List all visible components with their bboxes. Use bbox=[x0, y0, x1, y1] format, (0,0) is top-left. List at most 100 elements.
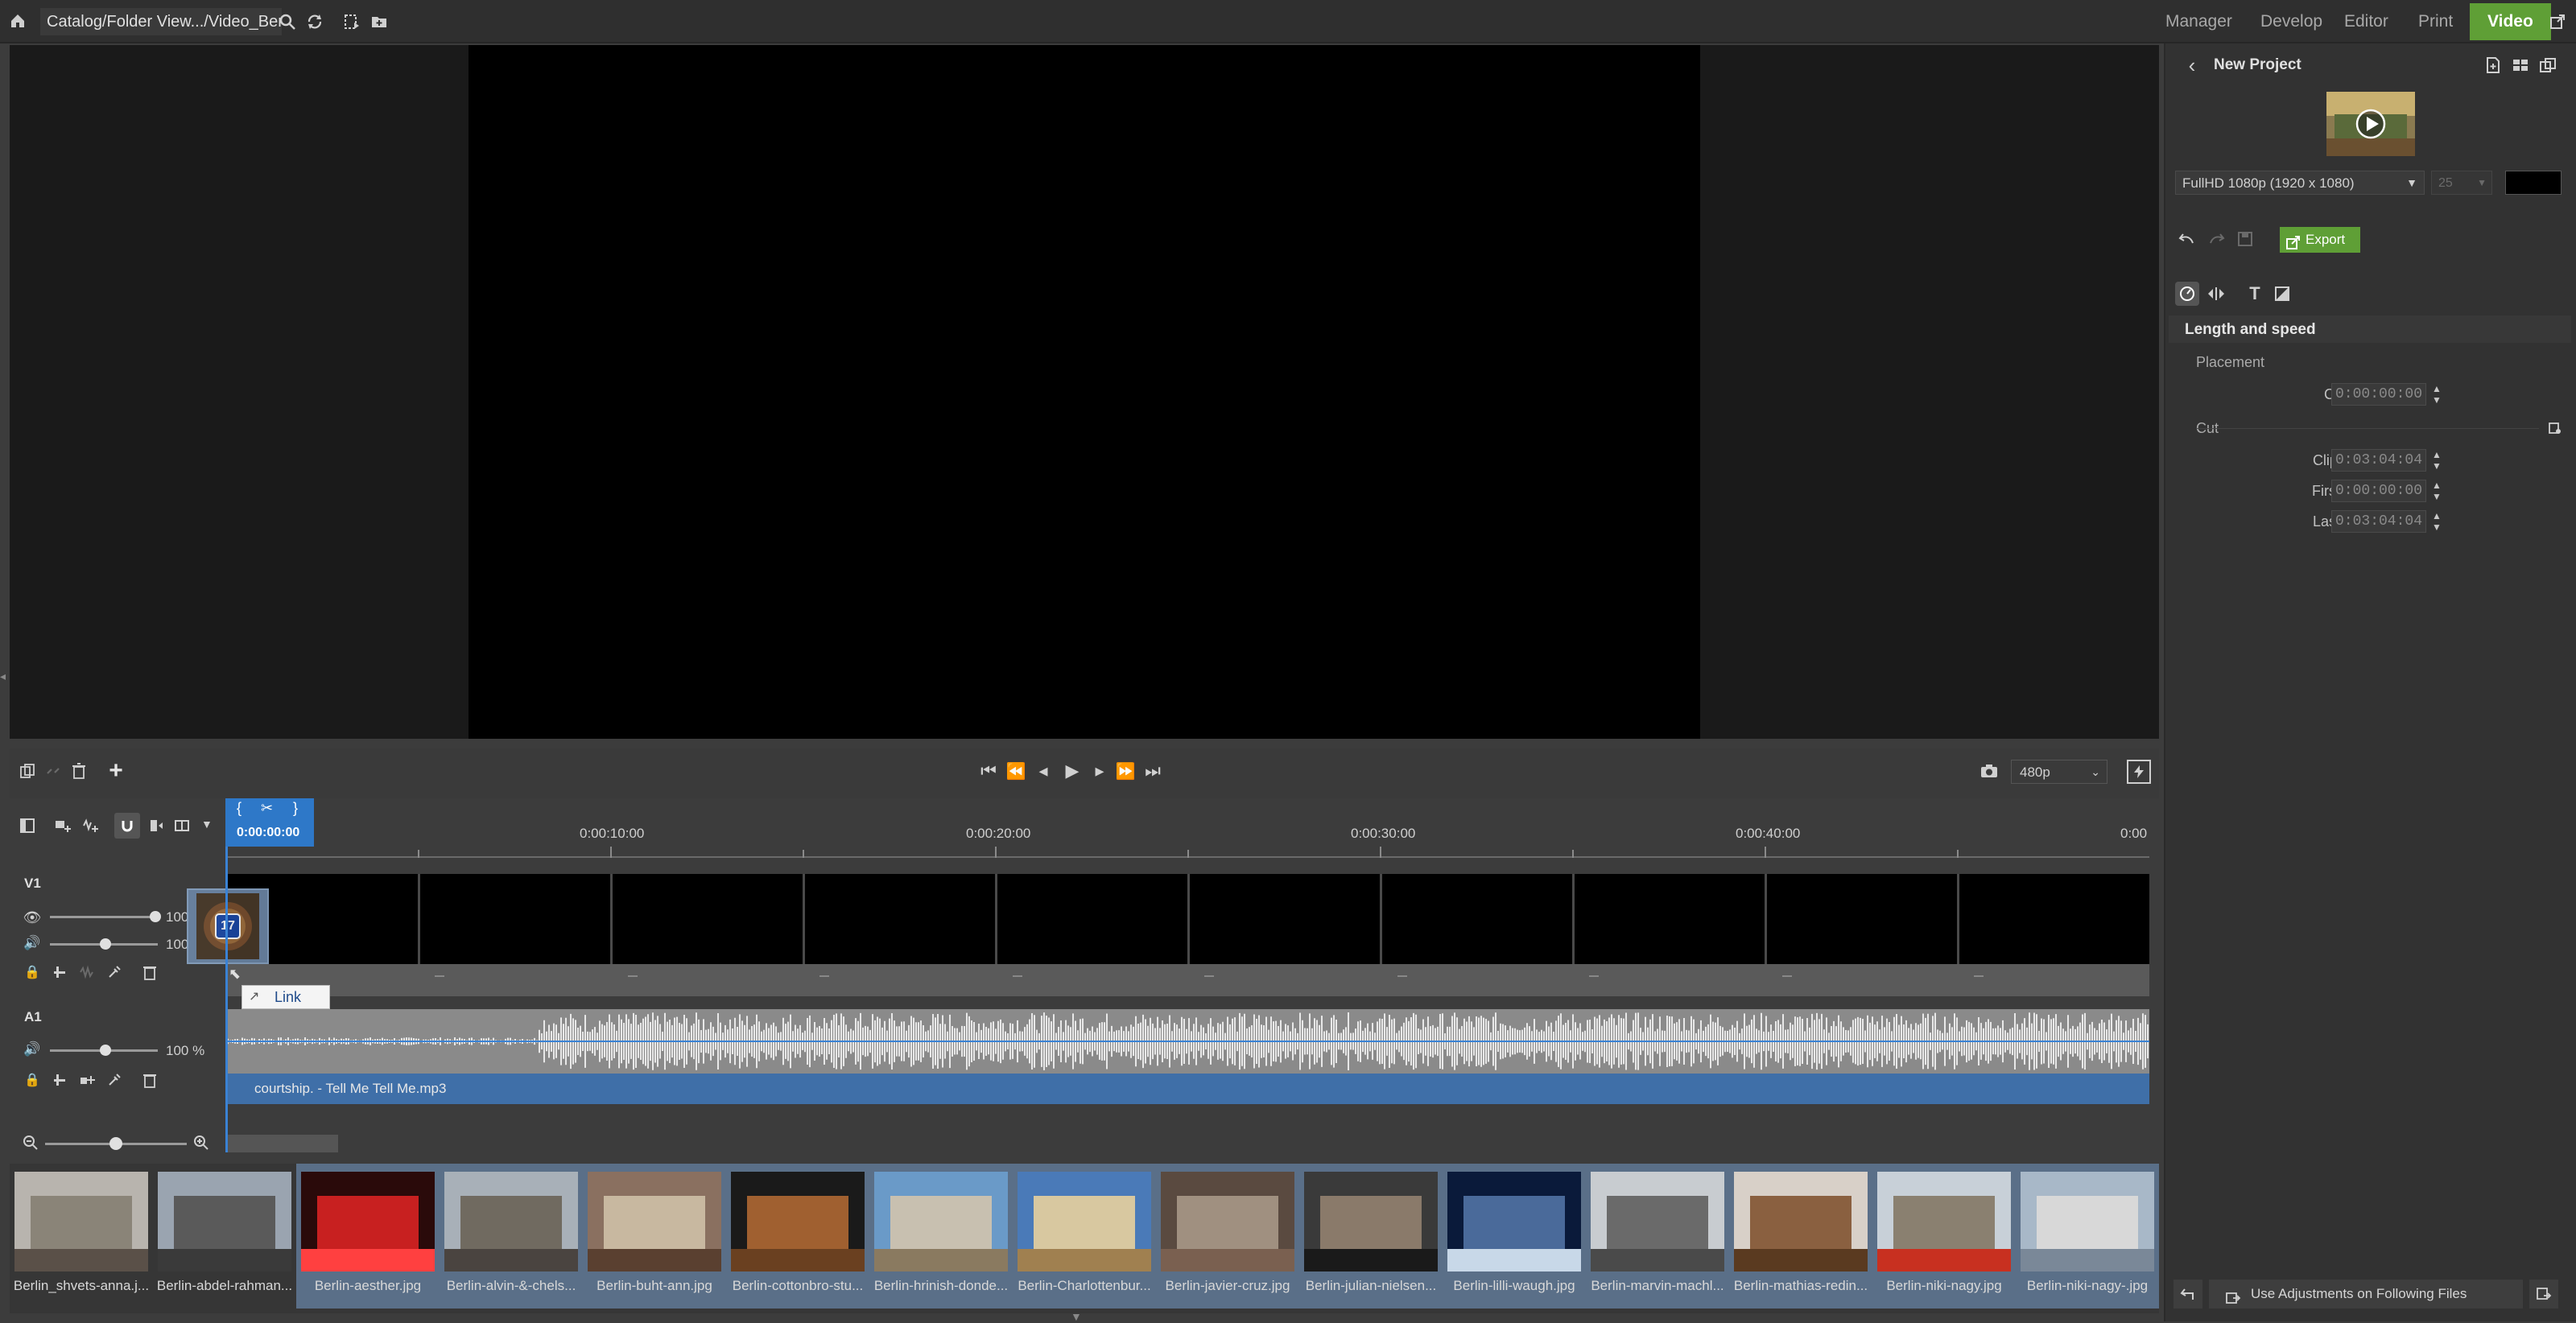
new-folder-icon[interactable] bbox=[367, 10, 391, 34]
refresh-icon[interactable] bbox=[303, 10, 327, 34]
external-window-icon[interactable] bbox=[2545, 10, 2570, 34]
opacity-slider[interactable] bbox=[50, 916, 158, 918]
copy-clip-icon[interactable] bbox=[16, 760, 39, 782]
speed-gauge-icon[interactable] bbox=[2175, 282, 2199, 306]
trim-out-icon[interactable]: } bbox=[293, 800, 298, 817]
new-project-icon[interactable] bbox=[2481, 53, 2505, 77]
last-frame-field[interactable]: 0:03:04:04 bbox=[2331, 510, 2426, 533]
time-ruler[interactable] bbox=[225, 798, 2156, 871]
transition-marker[interactable] bbox=[819, 975, 829, 977]
transition-marker[interactable] bbox=[1974, 975, 1984, 977]
first-frame-field[interactable]: 0:00:00:00 bbox=[2331, 480, 2426, 502]
filmstrip-item[interactable]: Berlin_shvets-anna.j... bbox=[10, 1164, 153, 1309]
add-keyframe-icon[interactable] bbox=[77, 1070, 97, 1090]
transition-marker[interactable] bbox=[435, 975, 444, 977]
go-to-end-icon[interactable]: ⏭ bbox=[1141, 760, 1164, 782]
duplicate-project-icon[interactable] bbox=[2536, 53, 2560, 77]
filmstrip-item[interactable]: Berlin-aesther.jpg bbox=[296, 1164, 440, 1309]
playhead-marker[interactable]: { ✂ } 0:00:00:00 bbox=[225, 798, 314, 847]
first-frame-stepper[interactable]: ▲ ▼ bbox=[2431, 480, 2442, 502]
filmstrip-item[interactable]: Berlin-javier-cruz.jpg bbox=[1156, 1164, 1299, 1309]
add-video-track-icon[interactable] bbox=[52, 814, 74, 837]
filmstrip-item[interactable]: Berlin-cottonbro-stu... bbox=[726, 1164, 869, 1309]
speaker-icon[interactable]: 🔊 bbox=[23, 934, 42, 953]
playhead[interactable] bbox=[225, 798, 228, 1152]
zoom-in-icon[interactable] bbox=[192, 1133, 211, 1152]
search-icon[interactable] bbox=[275, 10, 299, 34]
catalog-path-field[interactable]: Catalog/Folder View.../Video_Berlin bbox=[40, 8, 282, 35]
audio-wave-icon[interactable] bbox=[77, 962, 97, 982]
clip-start-stepper[interactable]: ▲ ▼ bbox=[2431, 383, 2442, 406]
snapshot-camera-icon[interactable] bbox=[1977, 760, 2001, 782]
filmstrip-item[interactable]: Berlin-julian-nielsen... bbox=[1299, 1164, 1443, 1309]
back-icon[interactable]: ‹ bbox=[2180, 53, 2204, 77]
split-scissors-icon[interactable]: ✂ bbox=[261, 800, 273, 817]
nav-develop[interactable]: Develop bbox=[2260, 0, 2322, 43]
magnet-snap-icon[interactable] bbox=[114, 813, 140, 839]
previous-frame-icon[interactable]: ◂ bbox=[1032, 760, 1055, 782]
filmstrip-item[interactable]: Berlin-marvin-machl... bbox=[1586, 1164, 1729, 1309]
filmstrip-item[interactable]: Berlin-niki-nagy-.jpg bbox=[2016, 1164, 2159, 1309]
eye-icon[interactable]: 👁 bbox=[23, 908, 42, 927]
transition-marker[interactable] bbox=[628, 975, 638, 977]
speaker-icon[interactable]: 🔊 bbox=[23, 1040, 42, 1059]
delete-track-icon[interactable] bbox=[140, 962, 159, 982]
filmstrip-item[interactable]: Berlin-lilli-waugh.jpg bbox=[1443, 1164, 1586, 1309]
project-list-icon[interactable] bbox=[2508, 53, 2533, 77]
pick-color-icon[interactable] bbox=[105, 1070, 124, 1090]
unlink-icon[interactable] bbox=[42, 760, 64, 782]
audio-track[interactable] bbox=[225, 1009, 2149, 1074]
transition-marker[interactable] bbox=[1204, 975, 1214, 977]
panel-toggle-icon[interactable] bbox=[16, 814, 39, 837]
previous-clip-icon[interactable]: ⏪ bbox=[1005, 760, 1027, 782]
overlay-tool-icon[interactable] bbox=[2270, 282, 2294, 306]
transition-marker[interactable] bbox=[1782, 975, 1792, 977]
filmstrip-item[interactable]: Berlin-niki-nagy.jpg bbox=[1872, 1164, 2016, 1309]
nav-print[interactable]: Print bbox=[2418, 0, 2453, 43]
reset-icon[interactable] bbox=[2174, 1280, 2202, 1309]
home-icon[interactable] bbox=[6, 10, 29, 32]
filmstrip-item[interactable]: Berlin-mathias-redin... bbox=[1729, 1164, 1872, 1309]
export-button[interactable]: Export bbox=[2280, 227, 2360, 253]
opacity-slider-handle[interactable] bbox=[150, 911, 161, 922]
project-thumbnail[interactable] bbox=[2326, 92, 2415, 156]
audio-clip-bar[interactable]: courtship. - Tell Me Tell Me.mp3 bbox=[225, 1074, 2149, 1104]
video-track-transitions[interactable] bbox=[225, 964, 2149, 996]
split-tool-icon[interactable] bbox=[171, 814, 193, 837]
link-tooltip[interactable]: ↗ Link bbox=[242, 985, 330, 1009]
next-clip-icon[interactable]: ⏩ bbox=[1114, 760, 1137, 782]
transition-marker[interactable] bbox=[1013, 975, 1022, 977]
filmstrip-item[interactable]: Berlin-buht-ann.jpg bbox=[583, 1164, 726, 1309]
pick-color-icon[interactable] bbox=[105, 962, 124, 982]
transition-icon[interactable] bbox=[2204, 282, 2228, 306]
timeline-scrollbar[interactable] bbox=[225, 1135, 338, 1152]
preview-quality-select[interactable]: 480p ⌄ bbox=[2011, 760, 2107, 784]
undo-icon[interactable] bbox=[2175, 227, 2199, 251]
ripple-edit-icon[interactable] bbox=[145, 814, 167, 837]
import-icon[interactable] bbox=[340, 10, 364, 34]
zoom-out-icon[interactable] bbox=[21, 1133, 40, 1152]
play-icon[interactable]: ▶ bbox=[1061, 760, 1084, 782]
text-tool-icon[interactable]: T bbox=[2243, 282, 2267, 306]
fps-select[interactable]: 25 ▼ bbox=[2431, 171, 2492, 195]
transition-marker[interactable] bbox=[1397, 975, 1407, 977]
clip-length-stepper[interactable]: ▲ ▼ bbox=[2431, 449, 2442, 472]
delete-icon[interactable] bbox=[68, 760, 90, 782]
filmstrip-item[interactable]: Berlin-abdel-rahman... bbox=[153, 1164, 296, 1309]
next-frame-icon[interactable]: ▸ bbox=[1088, 760, 1111, 782]
left-collapse-icon[interactable]: ◂ bbox=[0, 670, 8, 686]
filmstrip-item[interactable]: Berlin-alvin-&-chels... bbox=[440, 1164, 583, 1309]
video-volume-slider-handle[interactable] bbox=[100, 938, 111, 950]
use-adjustments-button[interactable]: Use Adjustments on Following Files bbox=[2209, 1280, 2523, 1309]
transition-marker[interactable] bbox=[1589, 975, 1599, 977]
render-acceleration-icon[interactable] bbox=[2127, 760, 2151, 784]
clip-start-field[interactable]: 0:00:00:00 bbox=[2331, 383, 2426, 406]
track-position-icon[interactable] bbox=[50, 1070, 69, 1090]
copy-adjustments-icon[interactable] bbox=[2529, 1280, 2558, 1309]
nav-manager[interactable]: Manager bbox=[2165, 0, 2232, 43]
chevron-down-icon[interactable]: ▼ bbox=[201, 818, 213, 830]
nav-video[interactable]: Video bbox=[2470, 3, 2551, 40]
cut-settings-icon[interactable] bbox=[2545, 418, 2565, 438]
audio-volume-slider-handle[interactable] bbox=[100, 1045, 111, 1056]
trim-in-icon[interactable]: { bbox=[237, 800, 242, 817]
